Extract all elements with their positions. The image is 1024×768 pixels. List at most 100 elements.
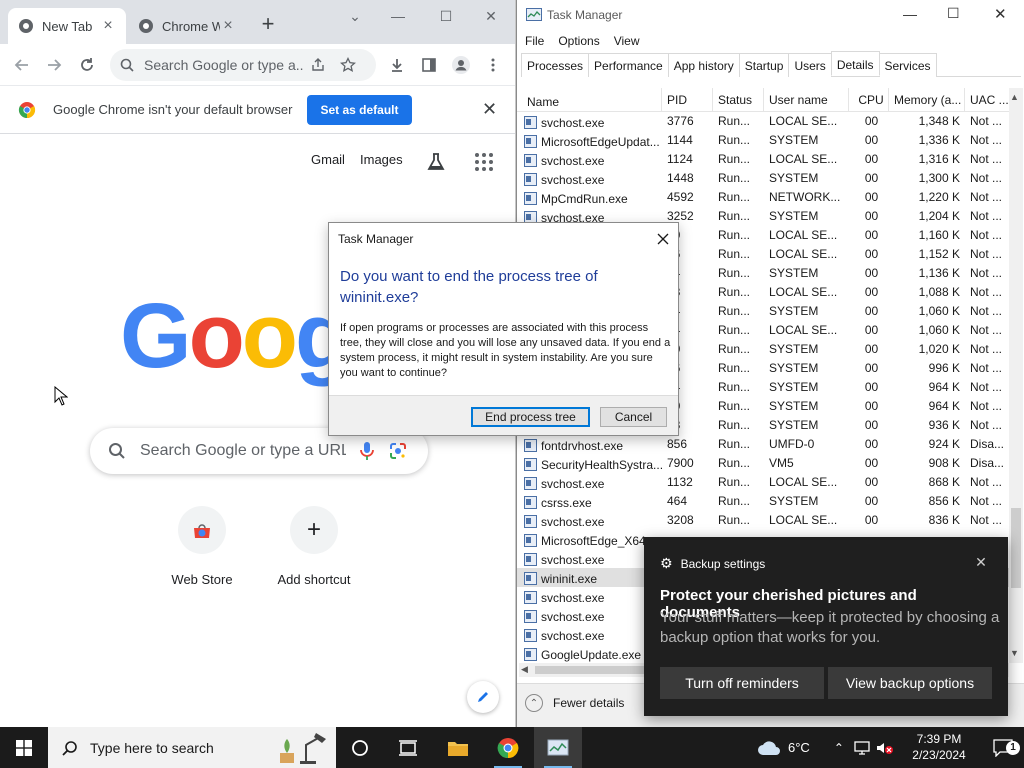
- side-panel-icon[interactable]: [417, 53, 441, 77]
- minimize-button[interactable]: —: [903, 6, 917, 22]
- webstore-icon: [178, 506, 226, 554]
- close-infobar-icon[interactable]: ✕: [482, 99, 497, 120]
- table-row[interactable]: svchost.exe 3776 Run... LOCAL SE... 00 1,348 …: [517, 112, 1013, 131]
- action-center-button[interactable]: 1: [982, 727, 1024, 768]
- file-explorer-button[interactable]: [434, 727, 482, 768]
- scrollbar-thumb[interactable]: [1011, 508, 1021, 588]
- tab-processes[interactable]: Processes: [521, 53, 590, 77]
- profile-avatar-icon[interactable]: [449, 53, 473, 77]
- set-as-default-button[interactable]: Set as default: [307, 95, 412, 125]
- tab-chrome-welcome[interactable]: Chrome W ×: [128, 8, 246, 44]
- tab-search-chevron-icon[interactable]: ⌄: [340, 4, 370, 28]
- taskbar-clock[interactable]: 7:39 PM 2/23/2024: [900, 731, 978, 763]
- weather-temperature[interactable]: 6°C: [788, 740, 810, 755]
- cloudy-weather-icon[interactable]: [756, 739, 782, 757]
- maximize-button[interactable]: ☐: [431, 4, 461, 28]
- maximize-button[interactable]: ☐: [947, 5, 960, 22]
- voice-search-mic-icon[interactable]: [358, 441, 376, 461]
- column-header-uac[interactable]: UAC ...: [965, 88, 1013, 111]
- column-header-user-name[interactable]: User name: [764, 88, 849, 111]
- labs-flask-icon[interactable]: [425, 151, 447, 176]
- task-view-icon-button[interactable]: [384, 727, 432, 768]
- column-header-cpu[interactable]: CPU: [849, 88, 889, 111]
- fewer-details-button[interactable]: ⌃ Fewer details: [525, 694, 624, 712]
- close-window-button[interactable]: ✕: [994, 5, 1007, 23]
- taskbar-search-box[interactable]: Type here to search: [48, 727, 336, 768]
- cell-uac: Disa...: [970, 437, 1005, 451]
- windows-taskbar: Type here to search 6°C ⌃ 7:39 PM 2/23/2…: [0, 727, 1024, 768]
- forward-icon[interactable]: [42, 53, 66, 77]
- address-bar[interactable]: Search Google or type a...: [110, 49, 376, 81]
- chrome-taskbar-button[interactable]: [484, 727, 532, 768]
- more-menu-icon[interactable]: [481, 53, 505, 77]
- menu-file[interactable]: File: [525, 34, 544, 52]
- download-icon[interactable]: [385, 53, 409, 77]
- table-row[interactable]: svchost.exe 1124 Run... LOCAL SE... 00 1,316 …: [517, 150, 1013, 169]
- apps-grid-icon[interactable]: [474, 152, 494, 175]
- tab-services[interactable]: Services: [878, 53, 937, 77]
- tab-new-tab[interactable]: New Tab ×: [8, 8, 126, 44]
- table-row[interactable]: csrss.exe 464 Run... SYSTEM 00 856 K Not ...: [517, 492, 1013, 511]
- cell-memory: 908 K: [928, 456, 960, 470]
- tab-performance[interactable]: Performance: [588, 53, 669, 77]
- menu-options[interactable]: Options: [558, 34, 599, 52]
- table-row[interactable]: SecurityHealthSystra... 7900 Run... VM5 00 90…: [517, 454, 1013, 473]
- customize-chrome-button[interactable]: [467, 681, 499, 713]
- process-icon: [524, 610, 537, 623]
- process-icon: [524, 496, 537, 509]
- share-icon[interactable]: [310, 57, 326, 73]
- tab-users[interactable]: Users: [788, 53, 832, 77]
- menu-view[interactable]: View: [614, 34, 640, 52]
- close-tab-icon[interactable]: ×: [100, 17, 116, 35]
- cell-cpu: 00: [864, 190, 879, 204]
- shortcut-add[interactable]: + Add shortcut: [264, 506, 364, 587]
- column-header-pid[interactable]: PID: [662, 88, 713, 111]
- volume-muted-icon[interactable]: [876, 741, 894, 755]
- tab-app-history[interactable]: App history: [667, 53, 740, 77]
- vertical-scrollbar[interactable]: ▲ ▼: [1009, 88, 1023, 663]
- cell-status: Run...: [718, 399, 751, 413]
- cell-memory: 1,316 K: [918, 152, 960, 166]
- table-row[interactable]: svchost.exe 1132 Run... LOCAL SE... 00 868 K N…: [517, 473, 1013, 492]
- bookmark-star-icon[interactable]: [340, 57, 356, 73]
- close-window-button[interactable]: ✕: [476, 4, 506, 28]
- tab-details[interactable]: Details: [830, 51, 880, 76]
- task-manager-taskbar-button[interactable]: [534, 727, 582, 768]
- new-tab-button[interactable]: +: [256, 12, 280, 36]
- google-logo: Goog: [120, 290, 351, 382]
- table-row[interactable]: MicrosoftEdgeUpdat... 1144 Run... SYSTEM 00 1…: [517, 131, 1013, 150]
- minimize-button[interactable]: —: [383, 4, 413, 28]
- table-row[interactable]: MpCmdRun.exe 4592 Run... NETWORK... 00 1,220 …: [517, 188, 1013, 207]
- cell-pid: 3208: [667, 513, 694, 527]
- images-link[interactable]: Images: [360, 152, 403, 167]
- tab-startup[interactable]: Startup: [738, 53, 790, 77]
- table-row[interactable]: svchost.exe 3208 Run... LOCAL SE... 00 836 K N…: [517, 511, 1013, 530]
- network-icon[interactable]: [854, 740, 870, 755]
- close-tab-icon[interactable]: ×: [220, 17, 236, 35]
- table-row[interactable]: svchost.exe 1448 Run... SYSTEM 00 1,300 K Not …: [517, 169, 1013, 188]
- task-view-button[interactable]: [336, 727, 384, 768]
- toast-close-button[interactable]: ✕: [972, 553, 990, 571]
- end-process-tree-button[interactable]: End process tree: [471, 407, 590, 427]
- scroll-down-arrow-icon[interactable]: ▼: [1010, 648, 1019, 658]
- back-icon[interactable]: [10, 53, 34, 77]
- start-button[interactable]: [0, 727, 48, 768]
- gmail-link[interactable]: Gmail: [311, 152, 345, 167]
- view-backup-options-button[interactable]: View backup options: [828, 667, 992, 699]
- reload-icon[interactable]: [75, 53, 99, 77]
- shortcut-web-store[interactable]: Web Store: [152, 506, 252, 587]
- cancel-button[interactable]: Cancel: [600, 407, 667, 427]
- table-row[interactable]: fontdrvhost.exe 856 Run... UMFD-0 00 924 K Dis…: [517, 435, 1013, 454]
- column-header-memory[interactable]: Memory (a...: [889, 88, 965, 111]
- scroll-left-arrow-icon[interactable]: ◀: [521, 664, 528, 675]
- column-header-status[interactable]: Status: [713, 88, 764, 111]
- show-hidden-icons-chevron-icon[interactable]: ⌃: [834, 741, 844, 755]
- google-lens-icon[interactable]: [388, 441, 408, 461]
- scroll-up-arrow-icon[interactable]: ▲: [1010, 92, 1019, 102]
- turn-off-reminders-button[interactable]: Turn off reminders: [660, 667, 824, 699]
- cell-cpu: 00: [864, 513, 879, 527]
- cell-uac: Not ...: [970, 475, 1003, 489]
- column-header-name[interactable]: Name: [517, 88, 662, 111]
- cell-cpu: 00: [864, 114, 879, 128]
- dialog-close-button[interactable]: [652, 229, 674, 249]
